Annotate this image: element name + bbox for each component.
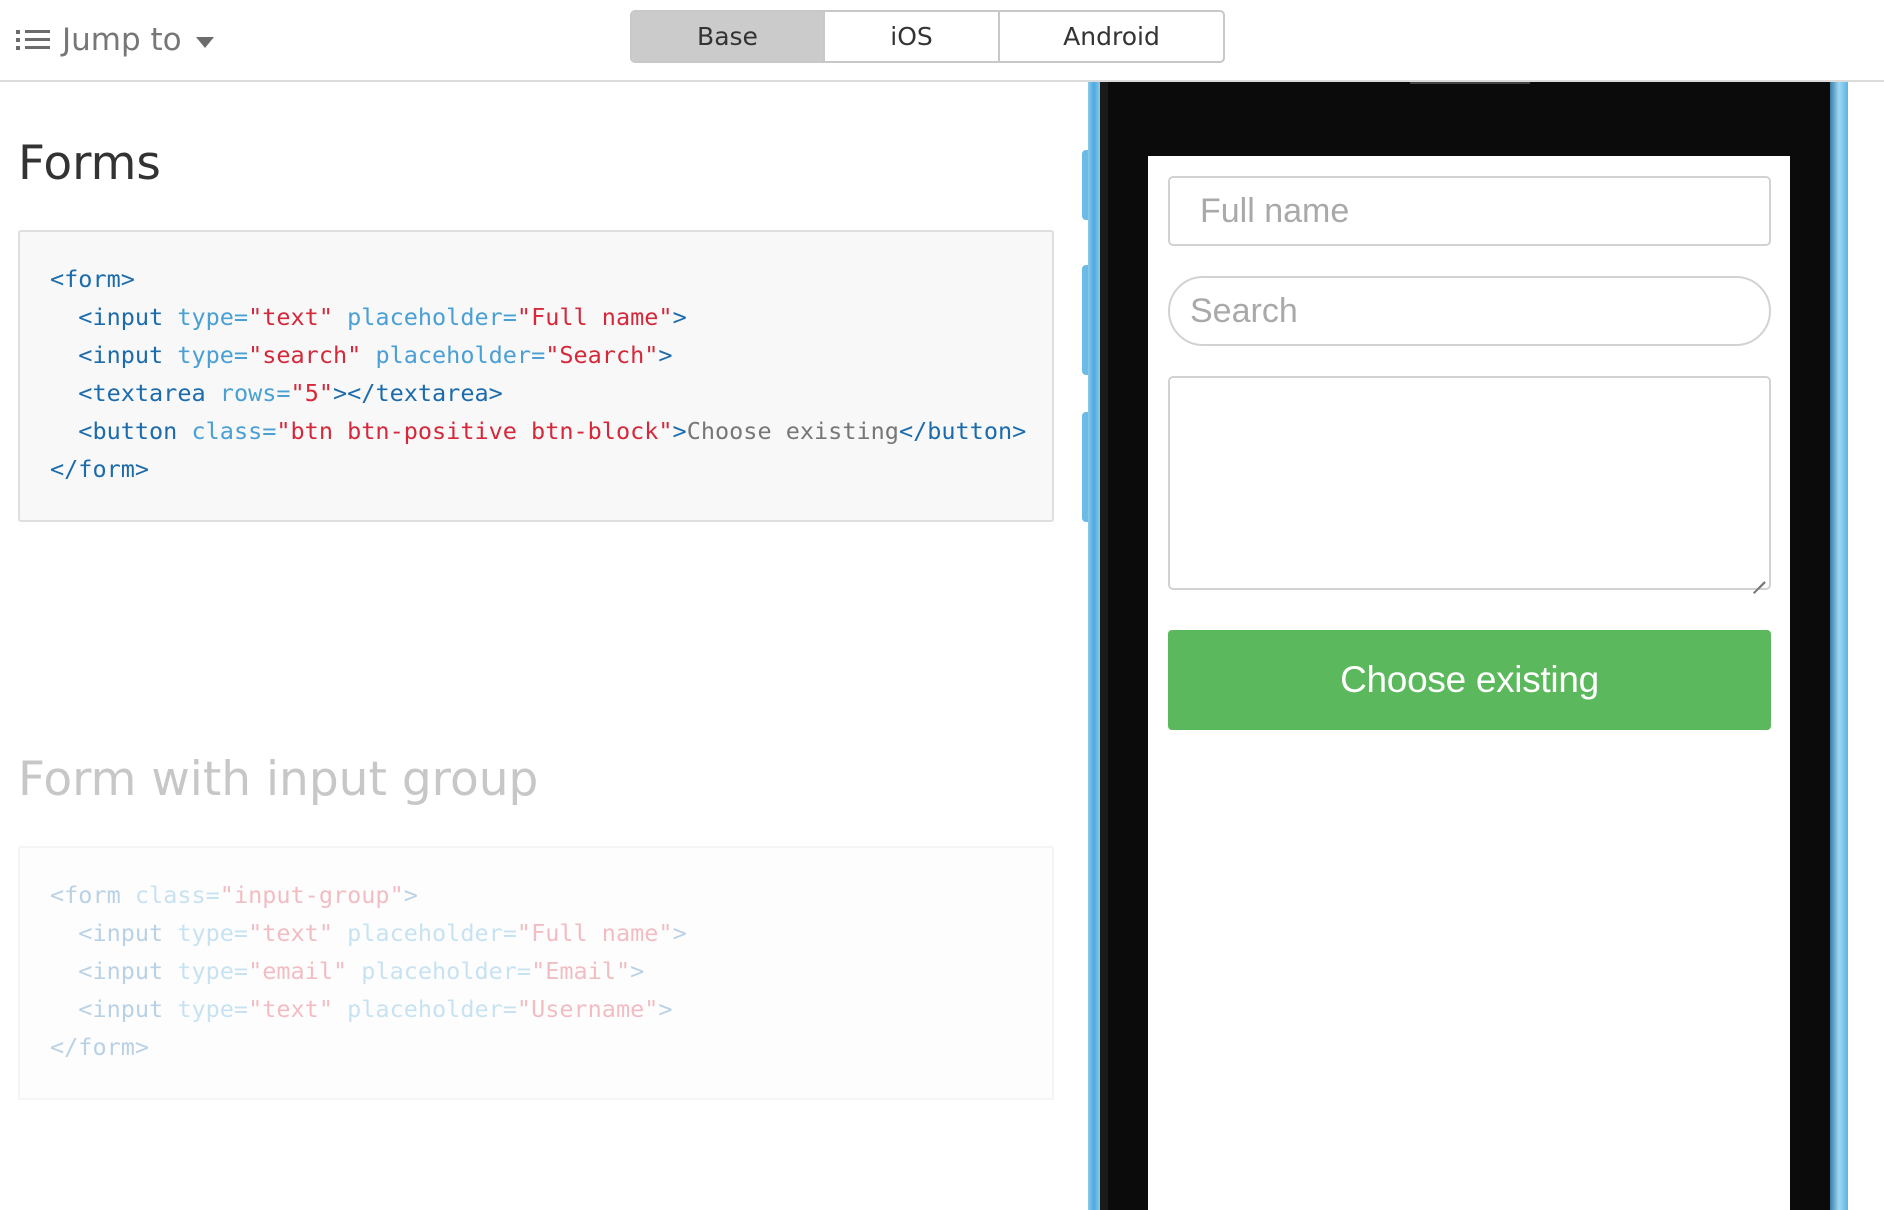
code-token: > bbox=[672, 303, 687, 331]
code-token: "text" bbox=[248, 919, 333, 947]
search-input[interactable]: Search bbox=[1168, 276, 1771, 346]
code-token: type= bbox=[177, 957, 249, 985]
code-token: <form bbox=[50, 881, 121, 909]
code-token: > bbox=[630, 957, 645, 985]
code-token: type= bbox=[177, 341, 249, 369]
jump-to-label: Jump to bbox=[62, 22, 182, 58]
code-token: Choose existing bbox=[686, 417, 899, 445]
code-token: > bbox=[672, 919, 687, 947]
choose-existing-button[interactable]: Choose existing bbox=[1168, 630, 1771, 730]
phone-frame-left bbox=[1088, 82, 1100, 1210]
code-token: <input bbox=[78, 341, 164, 369]
code-token: "5" bbox=[290, 379, 333, 407]
code-token: placeholder= bbox=[375, 341, 546, 369]
code-token: <form> bbox=[50, 265, 135, 293]
top-bar: Jump to Base iOS Android bbox=[0, 0, 1884, 82]
section-title-input-group: Form with input group bbox=[18, 752, 539, 807]
jump-to-menu[interactable]: Jump to bbox=[16, 22, 214, 58]
code-token: <button bbox=[78, 417, 178, 445]
code-token: class= bbox=[134, 881, 220, 909]
code-token: </form> bbox=[50, 1033, 150, 1061]
full-name-input[interactable]: Full name bbox=[1168, 176, 1771, 246]
code-token: > bbox=[658, 341, 673, 369]
resize-handle-icon[interactable] bbox=[1751, 570, 1766, 595]
textarea-field[interactable] bbox=[1168, 376, 1771, 595]
code-token: > bbox=[658, 995, 673, 1023]
code-token: "text" bbox=[248, 303, 333, 331]
tab-ios[interactable]: iOS bbox=[823, 12, 998, 61]
code-token: type= bbox=[177, 919, 249, 947]
code-token: <input bbox=[78, 995, 164, 1023]
platform-switcher: Base iOS Android bbox=[630, 10, 1225, 63]
code-token: ></textarea> bbox=[333, 379, 503, 407]
full-name-placeholder: Full name bbox=[1200, 191, 1350, 230]
phone-speaker bbox=[1410, 82, 1530, 84]
code-token: </button> bbox=[898, 417, 1027, 445]
caret-down-icon bbox=[195, 36, 214, 48]
code-token: "text" bbox=[248, 995, 333, 1023]
code-token: <input bbox=[78, 957, 164, 985]
tab-base[interactable]: Base bbox=[632, 12, 823, 61]
code-token: "btn btn-positive btn-block" bbox=[276, 417, 673, 445]
section-title-forms: Forms bbox=[18, 136, 161, 191]
code-token: placeholder= bbox=[347, 995, 517, 1023]
code-token: "Search" bbox=[545, 341, 659, 369]
list-icon bbox=[16, 28, 50, 52]
code-token: "input-group" bbox=[219, 881, 404, 909]
code-token: placeholder= bbox=[347, 303, 517, 331]
search-placeholder: Search bbox=[1190, 291, 1298, 330]
code-token: "email" bbox=[248, 957, 348, 985]
code-token: class= bbox=[191, 417, 277, 445]
code-token: placeholder= bbox=[361, 957, 532, 985]
code-token: "search" bbox=[248, 341, 362, 369]
code-token: <input bbox=[78, 919, 164, 947]
code-block-forms: <form> <input type="text" placeholder="F… bbox=[18, 230, 1054, 522]
code-token: <input bbox=[78, 303, 164, 331]
code-token: > bbox=[403, 881, 418, 909]
tab-android[interactable]: Android bbox=[998, 12, 1223, 61]
code-token: "Full name" bbox=[516, 303, 673, 331]
code-token: <textarea bbox=[78, 379, 206, 407]
code-token: rows= bbox=[219, 379, 291, 407]
code-token: > bbox=[672, 417, 687, 445]
code-token: </form> bbox=[50, 455, 150, 483]
phone-frame-right bbox=[1830, 82, 1848, 1210]
code-token: type= bbox=[177, 303, 249, 331]
code-token: "Full name" bbox=[516, 919, 673, 947]
code-block-input-group: <form class="input-group"> <input type="… bbox=[18, 846, 1054, 1100]
phone-screen: Full name Search Choose existing bbox=[1148, 156, 1790, 1210]
code-token: "Username" bbox=[516, 995, 659, 1023]
code-token: "Email" bbox=[531, 957, 631, 985]
code-token: placeholder= bbox=[347, 919, 517, 947]
code-token: type= bbox=[177, 995, 249, 1023]
